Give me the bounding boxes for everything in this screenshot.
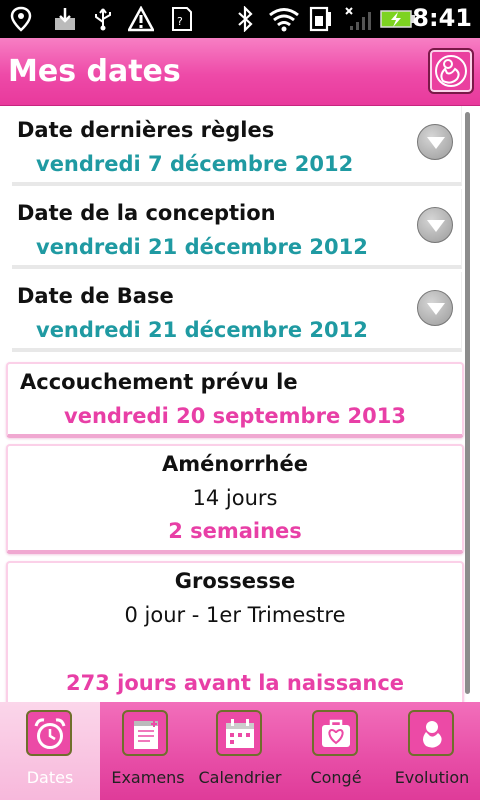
tab-evolution[interactable]: Evolution (384, 702, 480, 800)
tab-label: Examens (111, 768, 185, 787)
date-row-conception[interactable]: Date de la conception vendredi 21 décemb… (12, 189, 462, 269)
app-logo-button[interactable] (428, 48, 474, 94)
date-value: vendredi 7 décembre 2012 (36, 152, 354, 176)
grossesse-card: Grossesse 0 jour - 1er Trimestre 273 jou… (6, 561, 464, 702)
date-label: Date dernières règles (17, 118, 275, 142)
download-icon (55, 8, 75, 30)
pregnancy-logo-icon (435, 55, 467, 87)
svg-text:?: ? (177, 15, 183, 28)
calendar-icon (216, 710, 262, 756)
sd-card-icon: ? (172, 7, 192, 31)
date-label: Date de la conception (17, 201, 276, 225)
chevron-down-icon (427, 303, 445, 315)
grossesse-detail: 0 jour - 1er Trimestre (124, 603, 346, 627)
tab-conge[interactable]: Congé (288, 702, 384, 800)
tab-calendrier[interactable]: Calendrier (192, 702, 288, 800)
grossesse-title: Grossesse (174, 569, 296, 593)
warning-icon (128, 6, 154, 32)
dropdown-button[interactable] (417, 207, 453, 243)
page-title: Mes dates (8, 54, 181, 89)
tab-label: Calendrier (198, 768, 282, 787)
usb-icon (95, 8, 111, 31)
accouchement-card: Accouchement prévu le vendredi 20 septem… (6, 362, 464, 438)
battery-charging-icon (380, 10, 415, 28)
title-bar: Mes dates (0, 38, 480, 106)
chevron-down-icon (427, 220, 445, 232)
status-time: 8:41 (412, 4, 472, 32)
status-bar: ? 8:41 (0, 0, 480, 38)
date-value: vendredi 21 décembre 2012 (36, 235, 368, 259)
date-row-base[interactable]: Date de Base vendredi 21 décembre 2012 (12, 272, 462, 352)
amenorrhee-days: 14 jours (192, 486, 278, 510)
amenorrhee-card: Aménorrhée 14 jours 2 semaines (6, 444, 464, 554)
accouchement-value: vendredi 20 septembre 2013 (64, 404, 406, 428)
dropdown-button[interactable] (417, 290, 453, 326)
chevron-down-icon (427, 137, 445, 149)
tab-examens[interactable]: Examens (100, 702, 196, 800)
tab-label: Evolution (394, 768, 470, 787)
tab-label: Dates (26, 768, 74, 787)
amenorrhee-weeks: 2 semaines (168, 519, 302, 543)
date-label: Date de Base (17, 284, 174, 308)
notepad-icon (122, 710, 168, 756)
content-area: Date dernières règles vendredi 7 décembr… (0, 106, 480, 702)
wifi-icon (269, 8, 299, 32)
heart-bag-icon (312, 710, 358, 756)
alarm-clock-icon (26, 710, 72, 756)
grossesse-countdown: 273 jours avant la naissance (65, 671, 405, 695)
bottom-nav: Dates Examens Calendrier Congé Evolution (0, 702, 480, 800)
bluetooth-icon (238, 6, 253, 32)
dropdown-button[interactable] (417, 124, 453, 160)
location-icon (10, 6, 32, 32)
date-value: vendredi 21 décembre 2012 (36, 318, 368, 342)
scrollbar[interactable] (465, 112, 470, 694)
no-signal-icon (345, 7, 371, 30)
tab-label: Congé (310, 768, 362, 787)
fetus-icon (408, 710, 454, 756)
tab-dates[interactable]: Dates (0, 702, 100, 800)
date-row-derniers-regles[interactable]: Date dernières règles vendredi 7 décembr… (12, 106, 462, 186)
accouchement-label: Accouchement prévu le (20, 370, 298, 394)
amenorrhee-title: Aménorrhée (162, 452, 308, 476)
phone-storage-icon (309, 6, 331, 32)
